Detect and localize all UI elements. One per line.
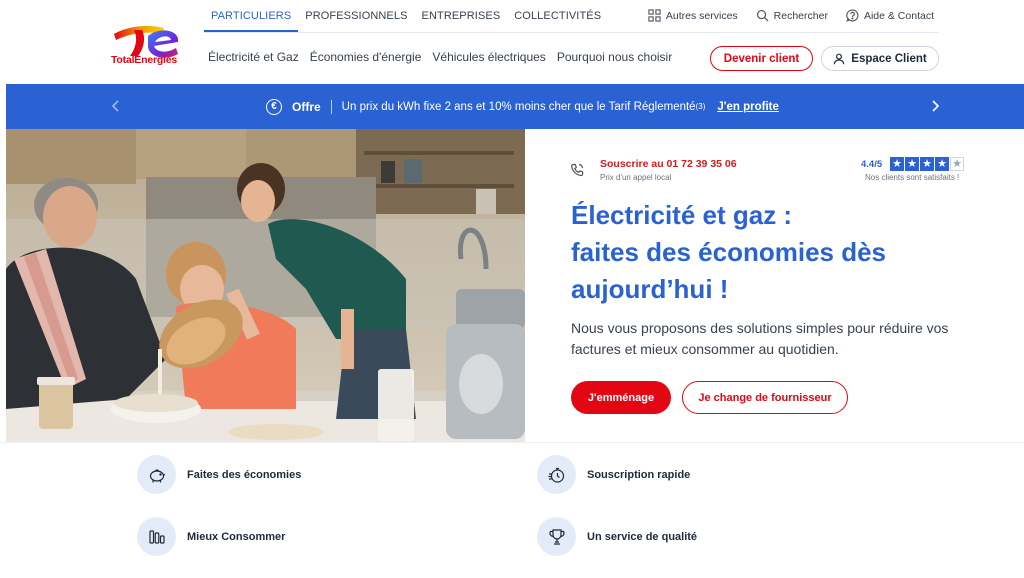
client-space-label: Espace Client	[851, 52, 927, 65]
banner-badge: Offre	[292, 99, 321, 114]
user-icon	[834, 53, 845, 64]
search-icon	[756, 9, 769, 22]
banner-separator	[330, 99, 332, 114]
feature-quality-label: Un service de qualité	[587, 530, 698, 543]
nav-pourquoi-nous-choisir[interactable]: Pourquoi nous choisir	[557, 50, 672, 64]
hero-title-line2: faites des économies dès	[571, 237, 887, 267]
feature-quality-icon-wrap	[537, 517, 576, 556]
stopwatch-icon	[548, 467, 564, 483]
rating-stars: ★ ★ ★ ★ ★	[890, 157, 964, 171]
help-contact-label: Aide & Contact	[863, 9, 934, 22]
nav-vehicules-electriques[interactable]: Véhicules électriques	[432, 50, 545, 64]
main-nav: Électricité et Gaz Économies d'énergie V…	[208, 50, 672, 64]
search-link[interactable]: Rechercher	[756, 9, 828, 22]
change-supplier-button[interactable]: Je change de fournisseur	[682, 381, 848, 414]
banner-cta-link[interactable]: J'en profite	[717, 101, 779, 113]
nav-electricite-gaz[interactable]: Électricité et Gaz	[208, 50, 299, 64]
star-empty-icon: ★	[950, 157, 964, 171]
phone-note: Prix d'un appel local	[600, 173, 672, 182]
feature-savings-icon-wrap	[137, 455, 176, 494]
tab-collectivites[interactable]: COLLECTIVITÉS	[507, 0, 608, 32]
other-services-label: Autres services	[665, 9, 738, 22]
grid-icon	[648, 9, 661, 22]
star-filled-icon: ★	[905, 157, 919, 171]
move-in-button[interactable]: J'emménage	[571, 381, 671, 414]
hero-family-kitchen-image	[6, 129, 525, 442]
rating-caption: Nos clients sont satisfaits !	[865, 173, 960, 182]
hero-description: Nous vous proposons des solutions simple…	[571, 320, 949, 357]
banner-footnote: (3)	[695, 102, 706, 111]
consumption-bars-icon	[148, 529, 165, 544]
piggy-bank-icon	[149, 468, 165, 482]
site-header: TotalEnergies PARTICULIERS PROFESSIONNEL…	[0, 0, 1024, 84]
banner-text: Un prix du kWh fixe 2 ans et 10% moins c…	[341, 100, 696, 113]
feature-quick-subscription[interactable]: Souscription rapide	[537, 455, 690, 494]
help-contact-link[interactable]: Aide & Contact	[846, 9, 934, 22]
chevron-left-icon[interactable]	[109, 98, 123, 114]
search-label: Rechercher	[773, 9, 828, 22]
feature-consumption-icon-wrap	[137, 517, 176, 556]
chevron-right-icon[interactable]	[928, 98, 942, 114]
feature-savings[interactable]: Faites des économies	[137, 455, 301, 494]
hero-title-line1: Électricité et gaz :	[571, 200, 793, 230]
subscribe-phone-link[interactable]: Souscrire au 01 72 39 35 06	[600, 158, 737, 170]
feature-quick-icon-wrap	[537, 455, 576, 494]
help-icon	[846, 9, 859, 22]
feature-quick-label: Souscription rapide	[587, 468, 691, 481]
other-services-link[interactable]: Autres services	[648, 9, 738, 22]
star-filled-icon: ★	[890, 157, 904, 171]
segment-nav: PARTICULIERS PROFESSIONNELS ENTREPRISES …	[204, 0, 608, 32]
trophy-icon	[548, 528, 565, 545]
hero-title-line3: aujourd’hui !	[571, 274, 729, 304]
banner-content: € Offre Un prix du kWh fixe 2 ans et 10%…	[266, 84, 779, 129]
utility-nav: Autres services Rechercher Aide & Contac…	[648, 9, 934, 22]
hero-title: Électricité et gaz : faites des économie…	[571, 197, 991, 308]
nav-economies-energie[interactable]: Économies d'énergie	[310, 50, 422, 64]
feature-better-consumption[interactable]: Mieux Consommer	[137, 517, 285, 556]
feature-quality-service[interactable]: Un service de qualité	[537, 517, 697, 556]
star-filled-icon: ★	[935, 157, 949, 171]
become-client-button[interactable]: Devenir client	[710, 46, 813, 71]
features-divider	[0, 442, 1024, 443]
tab-entreprises[interactable]: ENTREPRISES	[415, 0, 508, 32]
feature-consumption-label: Mieux Consommer	[187, 530, 286, 543]
feature-savings-label: Faites des économies	[187, 468, 302, 481]
star-filled-icon: ★	[920, 157, 934, 171]
promo-banner: € Offre Un prix du kWh fixe 2 ans et 10%…	[6, 84, 1024, 129]
tab-professionnels[interactable]: PROFESSIONNELS	[298, 0, 414, 32]
header-divider	[204, 32, 939, 33]
tab-particuliers[interactable]: PARTICULIERS	[204, 0, 299, 32]
brand-name: TotalEnergies	[111, 54, 178, 66]
client-space-button[interactable]: Espace Client	[821, 46, 939, 71]
euro-icon: €	[266, 98, 282, 115]
phone-icon	[571, 163, 584, 177]
rating-score: 4.4/5	[861, 159, 883, 170]
